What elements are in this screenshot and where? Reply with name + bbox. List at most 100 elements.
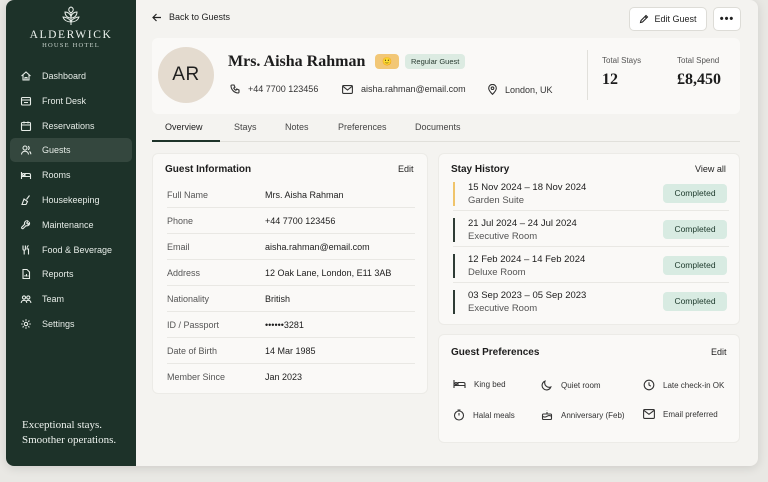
hotel-logo: ALDERWICK HOUSE HOTEL bbox=[6, 6, 136, 49]
stay-room: Executive Room bbox=[468, 231, 538, 242]
app-window: ALDERWICK HOUSE HOTEL Dashboard Front De… bbox=[6, 0, 758, 466]
sidebar-item-label: Front Desk bbox=[42, 95, 87, 106]
bed-icon bbox=[20, 172, 32, 180]
main-content: Back to Guests Edit Guest ••• AR Mrs. Ai… bbox=[136, 0, 758, 466]
phone-icon bbox=[230, 84, 240, 94]
tab-documents[interactable]: Documents bbox=[415, 122, 461, 132]
stay-item[interactable]: 15 Nov 2024 – 18 Nov 2024 Garden Suite C… bbox=[453, 178, 729, 211]
clock-icon bbox=[643, 379, 655, 391]
info-value: aisha.rahman@email.com bbox=[265, 241, 370, 252]
moon-icon bbox=[541, 380, 552, 391]
sidebar-item-front-desk[interactable]: Front Desk bbox=[10, 89, 132, 113]
more-options-button[interactable]: ••• bbox=[713, 7, 741, 31]
stay-dates: 15 Nov 2024 – 18 Nov 2024 bbox=[468, 182, 587, 193]
brand-subtitle: HOUSE HOTEL bbox=[42, 42, 100, 49]
sidebar-item-label: Team bbox=[42, 294, 65, 305]
sidebar-item-guests[interactable]: Guests bbox=[10, 138, 132, 163]
location-pin-icon bbox=[488, 84, 497, 95]
info-label: Nationality bbox=[167, 293, 210, 304]
sidebar-item-label: Guests bbox=[42, 145, 71, 156]
sidebar-item-dashboard[interactable]: Dashboard bbox=[10, 64, 132, 88]
info-value: 14 Mar 1985 bbox=[265, 345, 316, 356]
arrow-left-icon bbox=[152, 13, 161, 21]
info-row-date-of-birth: Date of Birth 14 Mar 1985 bbox=[167, 338, 415, 364]
preference-quiet-room: Quiet room bbox=[541, 379, 601, 391]
stay-item[interactable]: 12 Feb 2024 – 14 Feb 2024 Deluxe Room Co… bbox=[453, 250, 729, 283]
tagline: Exceptional stays. Smoother operations. bbox=[22, 418, 116, 448]
status-badge: Completed bbox=[663, 292, 727, 311]
tab-notes[interactable]: Notes bbox=[285, 122, 309, 132]
stay-room: Executive Room bbox=[468, 303, 538, 314]
status-badge: Completed bbox=[663, 256, 727, 275]
tab-bar: Overview Stays Notes Preferences Documen… bbox=[152, 116, 740, 142]
back-label: Back to Guests bbox=[169, 12, 231, 22]
preference-label: Quiet room bbox=[561, 380, 601, 390]
brand-name: ALDERWICK bbox=[29, 29, 113, 41]
tagline-line-1: Exceptional stays. bbox=[22, 419, 103, 431]
info-row-id-passport: ID / Passport ••••••3281 bbox=[167, 312, 415, 338]
sidebar-item-label: Food & Beverage bbox=[42, 244, 113, 255]
info-value: +44 7700 123456 bbox=[265, 215, 336, 226]
wrench-icon bbox=[21, 220, 31, 230]
sidebar-nav: Dashboard Front Desk Reservations Guests… bbox=[10, 64, 132, 337]
stay-item[interactable]: 03 Sep 2023 – 05 Sep 2023 Executive Room… bbox=[453, 286, 729, 319]
sidebar-item-label: Rooms bbox=[42, 170, 71, 181]
card-title: Stay History bbox=[451, 164, 510, 175]
guest-information-card: Guest Information Edit Full Name Mrs. Ai… bbox=[152, 153, 428, 394]
contact-location: London, UK bbox=[488, 84, 553, 95]
stay-dates: 12 Feb 2024 – 14 Feb 2024 bbox=[468, 254, 586, 265]
cake-icon bbox=[541, 410, 553, 421]
tab-stays[interactable]: Stays bbox=[234, 122, 257, 132]
status-badge: Completed bbox=[663, 220, 727, 239]
info-row-member-since: Member Since Jan 2023 bbox=[167, 364, 415, 390]
stat-total-stays: Total Stays 12 bbox=[602, 56, 641, 89]
stay-item[interactable]: 21 Jul 2024 – 24 Jul 2024 Executive Room… bbox=[453, 214, 729, 247]
stats-divider bbox=[587, 50, 588, 100]
sidebar-item-food-beverage[interactable]: Food & Beverage bbox=[10, 238, 132, 262]
preference-label: Halal meals bbox=[473, 410, 515, 420]
back-to-guests-link[interactable]: Back to Guests bbox=[152, 12, 230, 22]
edit-guest-button[interactable]: Edit Guest bbox=[629, 7, 707, 31]
phone-value: +44 7700 123456 bbox=[248, 84, 319, 94]
guest-header-card: AR Mrs. Aisha Rahman 🙂 Regular Guest +44… bbox=[152, 38, 740, 114]
info-label: Address bbox=[167, 267, 201, 278]
users-icon bbox=[20, 145, 32, 155]
edit-info-button[interactable]: Edit bbox=[398, 164, 414, 174]
stay-indicator bbox=[453, 218, 455, 242]
edit-preferences-button[interactable]: Edit bbox=[711, 347, 727, 357]
stay-history-card: Stay History View all 15 Nov 2024 – 18 N… bbox=[438, 153, 740, 325]
info-value: Mrs. Aisha Rahman bbox=[265, 189, 344, 200]
active-tab-indicator bbox=[152, 140, 220, 142]
location-value: London, UK bbox=[505, 84, 553, 95]
info-row-address: Address 12 Oak Lane, London, E11 3AB bbox=[167, 260, 415, 286]
stat-label: Total Spend bbox=[677, 56, 720, 65]
email-value: aisha.rahman@email.com bbox=[361, 84, 466, 94]
report-icon bbox=[22, 269, 31, 280]
broom-icon bbox=[21, 195, 30, 206]
sidebar-item-team[interactable]: Team bbox=[10, 287, 132, 311]
tab-preferences[interactable]: Preferences bbox=[338, 122, 387, 132]
sidebar-item-rooms[interactable]: Rooms bbox=[10, 163, 132, 187]
stay-indicator bbox=[453, 290, 455, 314]
tab-overview[interactable]: Overview bbox=[165, 122, 203, 132]
sidebar-item-reservations[interactable]: Reservations bbox=[10, 114, 132, 138]
stat-total-spend: Total Spend £8,450 bbox=[677, 56, 721, 89]
utensils-icon bbox=[22, 244, 30, 255]
info-value: Jan 2023 bbox=[265, 372, 303, 382]
preference-anniversary: Anniversary (Feb) bbox=[541, 409, 625, 421]
sidebar-item-housekeeping[interactable]: Housekeeping bbox=[10, 188, 132, 212]
sidebar-item-label: Maintenance bbox=[42, 219, 94, 230]
info-label: ID / Passport bbox=[167, 319, 220, 330]
sidebar-item-label: Housekeeping bbox=[42, 194, 100, 205]
preference-label: King bed bbox=[474, 379, 506, 389]
preference-label: Anniversary (Feb) bbox=[561, 410, 625, 420]
contact-phone: +44 7700 123456 bbox=[230, 84, 318, 94]
sidebar-item-reports[interactable]: Reports bbox=[10, 262, 132, 286]
sidebar-item-label: Reservations bbox=[42, 120, 95, 131]
card-title: Guest Preferences bbox=[451, 347, 540, 358]
avatar: AR bbox=[158, 47, 214, 103]
sidebar-item-maintenance[interactable]: Maintenance bbox=[10, 213, 132, 237]
sidebar-item-settings[interactable]: Settings bbox=[10, 312, 132, 336]
info-value: British bbox=[265, 293, 291, 304]
view-all-link[interactable]: View all bbox=[695, 164, 726, 174]
